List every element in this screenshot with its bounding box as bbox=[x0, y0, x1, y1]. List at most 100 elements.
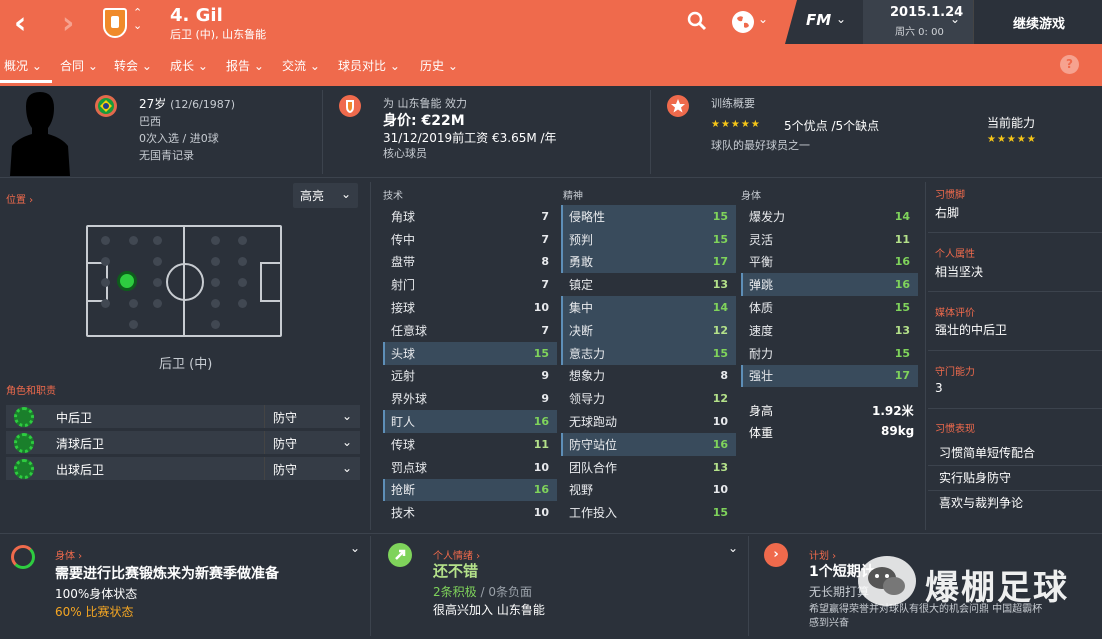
attribute-row[interactable]: 罚点球 10 bbox=[383, 456, 557, 479]
duty-dropdown[interactable]: 防守 ⌄ bbox=[264, 431, 360, 454]
attribute-row[interactable]: 侵略性 15 bbox=[561, 205, 736, 228]
tab-contract[interactable]: 合同 ⌄ bbox=[60, 57, 98, 74]
attribute-row[interactable]: 盯人 16 bbox=[383, 410, 557, 433]
back-arrow-icon[interactable]: ‹ bbox=[14, 6, 26, 41]
position-label[interactable]: 位置 › bbox=[6, 191, 33, 206]
tab-interaction[interactable]: 交流 ⌄ bbox=[282, 57, 320, 74]
continue-button[interactable]: 继续游戏 bbox=[1013, 13, 1065, 32]
attribute-row[interactable]: 想象力 8 bbox=[561, 365, 736, 388]
attribute-name: 勇敢 bbox=[569, 255, 594, 270]
attribute-value: 15 bbox=[894, 301, 910, 315]
attribute-name: 预判 bbox=[569, 232, 594, 247]
attribute-row[interactable]: 任意球 7 bbox=[383, 319, 557, 342]
role-name[interactable]: 出球后卫 bbox=[56, 461, 104, 478]
attribute-row[interactable]: 弹跳 16 bbox=[741, 273, 918, 297]
chevron-down-icon[interactable]: ⌄ bbox=[350, 541, 360, 555]
tab-reports[interactable]: 报告 ⌄ bbox=[226, 57, 264, 74]
search-icon[interactable] bbox=[686, 10, 708, 32]
fm-logo[interactable]: FM bbox=[806, 11, 831, 29]
duty-dropdown[interactable]: 防守 ⌄ bbox=[264, 405, 360, 428]
tab-development[interactable]: 成长 ⌄ bbox=[170, 57, 208, 74]
player-silhouette-icon bbox=[10, 92, 70, 176]
physical-label[interactable]: 身体 › bbox=[55, 547, 82, 562]
attribute-row[interactable]: 抢断 16 bbox=[383, 478, 557, 502]
forward-arrow-icon[interactable]: › bbox=[62, 6, 74, 41]
chevron-down-icon[interactable]: ⌄ bbox=[836, 12, 846, 26]
traits-label: 习惯表现 bbox=[935, 424, 975, 435]
tab-transfer[interactable]: 转会 ⌄ bbox=[114, 57, 152, 74]
attribute-name: 弹跳 bbox=[749, 278, 774, 293]
tab-history[interactable]: 历史 ⌄ bbox=[420, 57, 458, 74]
attribute-value: 16 bbox=[894, 278, 910, 292]
attribute-row[interactable]: 耐力 15 bbox=[741, 342, 918, 365]
divider bbox=[370, 536, 371, 636]
attribute-row[interactable]: 射门 7 bbox=[383, 273, 557, 296]
attribute-row[interactable]: 技术 10 bbox=[383, 501, 557, 524]
player-position-club[interactable]: 后卫 (中), 山东鲁能 bbox=[170, 26, 266, 42]
tab-overview[interactable]: 概况 ⌄ bbox=[4, 57, 42, 74]
attribute-row[interactable]: 接球 10 bbox=[383, 296, 557, 319]
attribute-row[interactable]: 工作投入 15 bbox=[561, 501, 736, 524]
attribute-row[interactable]: 视野 10 bbox=[561, 479, 736, 502]
attribute-row[interactable]: 强壮 17 bbox=[741, 364, 918, 388]
attribute-row[interactable]: 意志力 15 bbox=[561, 341, 736, 365]
club-crest-icon[interactable] bbox=[103, 8, 127, 38]
morale-description: 很高兴加入 山东鲁能 bbox=[433, 603, 545, 617]
attribute-row[interactable]: 团队合作 13 bbox=[561, 456, 736, 479]
attribute-row[interactable]: 传球 11 bbox=[383, 433, 557, 456]
club-line[interactable]: 为 山东鲁能 效力 bbox=[383, 95, 467, 111]
duty-dropdown[interactable]: 防守 ⌄ bbox=[264, 457, 360, 480]
condition-ring-icon bbox=[11, 545, 35, 569]
attribute-row[interactable]: 防守站位 16 bbox=[561, 432, 736, 456]
help-icon[interactable]: ? bbox=[1060, 55, 1079, 74]
best-player-note: 球队的最好球员之一 bbox=[711, 139, 810, 152]
highlight-dropdown[interactable]: 高亮 ⌄ bbox=[293, 183, 358, 208]
stars-rating: ★★★★★ bbox=[711, 119, 761, 130]
mental-header: 精神 bbox=[563, 191, 583, 202]
chevron-down-icon[interactable]: ⌄ bbox=[758, 12, 768, 26]
active-tab-indicator bbox=[0, 80, 52, 83]
attribute-row[interactable]: 勇敢 17 bbox=[561, 250, 736, 274]
attribute-row[interactable]: 集中 14 bbox=[561, 296, 736, 319]
tab-compare[interactable]: 球员对比 ⌄ bbox=[338, 57, 400, 74]
chevron-down-icon[interactable]: ⌄ bbox=[728, 541, 738, 555]
attribute-name: 想象力 bbox=[569, 369, 606, 384]
attribute-row[interactable]: 头球 15 bbox=[383, 341, 557, 365]
attribute-row[interactable]: 角球 7 bbox=[383, 205, 557, 228]
globe-icon[interactable] bbox=[732, 11, 754, 33]
weight-label: 体重 bbox=[749, 426, 774, 440]
role-name[interactable]: 中后卫 bbox=[56, 409, 92, 426]
physical-list: 爆发力 14 灵活 11 平衡 16 弹跳 16 体质 15 速度 13 耐力 15 强壮 17 bbox=[741, 205, 918, 388]
attribute-row[interactable]: 灵活 11 bbox=[741, 228, 918, 251]
attribute-row[interactable]: 体质 15 bbox=[741, 296, 918, 319]
attribute-row[interactable]: 预判 15 bbox=[561, 227, 736, 251]
attribute-row[interactable]: 无球跑动 10 bbox=[561, 410, 736, 433]
chevron-down-icon[interactable]: ⌄ bbox=[950, 12, 960, 26]
attribute-value: 17 bbox=[894, 369, 910, 383]
technical-list: 角球 7 传中 7 盘带 8 射门 7 接球 10 任意球 7 头球 15 远射 9 界外球 9 盯人 16 传球 11 罚… bbox=[383, 205, 557, 524]
role-name[interactable]: 清球后卫 bbox=[56, 435, 104, 452]
attribute-row[interactable]: 盘带 8 bbox=[383, 251, 557, 274]
attribute-name: 灵活 bbox=[749, 232, 774, 247]
nationality[interactable]: 巴西 bbox=[139, 113, 161, 129]
attribute-row[interactable]: 界外球 9 bbox=[383, 387, 557, 410]
attribute-row[interactable]: 传中 7 bbox=[383, 228, 557, 251]
training-title: 训练概要 bbox=[711, 97, 755, 110]
attribute-row[interactable]: 远射 9 bbox=[383, 365, 557, 388]
player-switch-icon[interactable]: ⌃ ⌄ bbox=[133, 6, 142, 32]
preferred-foot-label: 习惯脚 bbox=[935, 190, 965, 201]
attribute-value: 7 bbox=[541, 323, 549, 337]
attribute-row[interactable]: 爆发力 14 bbox=[741, 205, 918, 228]
attribute-row[interactable]: 领导力 12 bbox=[561, 387, 736, 410]
morale-value: 还不错 bbox=[433, 562, 479, 580]
position-dot bbox=[211, 278, 220, 287]
attribute-row[interactable]: 决断 12 bbox=[561, 318, 736, 342]
attribute-name: 领导力 bbox=[569, 392, 606, 407]
attribute-row[interactable]: 镇定 13 bbox=[561, 273, 736, 296]
plan-label[interactable]: 计划 › bbox=[809, 547, 836, 562]
attribute-row[interactable]: 速度 13 bbox=[741, 319, 918, 342]
attribute-value: 15 bbox=[712, 232, 728, 246]
height-value: 1.92米 bbox=[872, 404, 914, 418]
strengths-weaknesses[interactable]: 5个优点 /5个缺点 bbox=[784, 117, 879, 134]
attribute-row[interactable]: 平衡 16 bbox=[741, 251, 918, 274]
